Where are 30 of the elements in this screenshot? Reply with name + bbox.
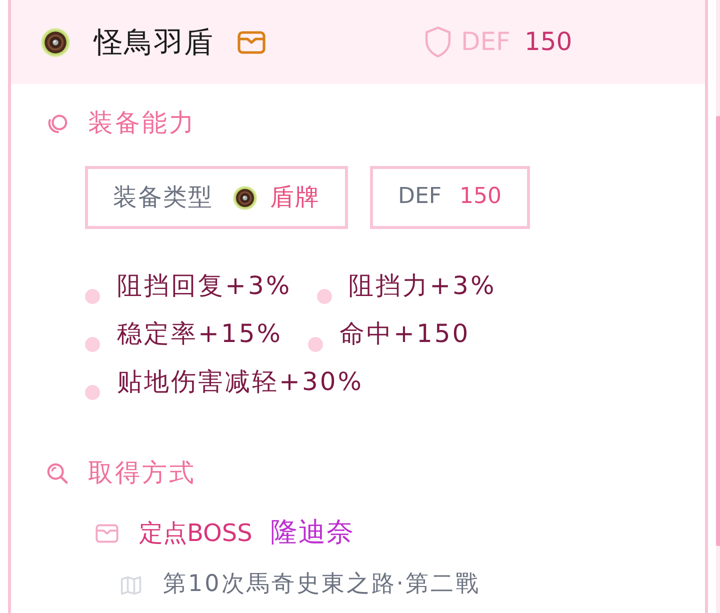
- map-icon: [120, 574, 142, 596]
- location-text: 第10次馬奇史東之路·第二戰: [163, 571, 481, 599]
- bullet-dot-icon: [85, 336, 100, 352]
- search-icon: [46, 462, 69, 484]
- boss-name: 隆迪奈: [270, 516, 354, 550]
- shield-outline-icon: [424, 26, 452, 58]
- section-title: 装备能力: [88, 108, 196, 138]
- effect-text: 命中+150: [340, 319, 470, 349]
- bullet-dot-icon: [85, 384, 100, 400]
- effect-text: 阻挡力+3%: [348, 271, 496, 301]
- source-category: 定点BOSS: [139, 518, 252, 548]
- section-title: 取得方式: [88, 458, 196, 488]
- stat-label: DEF: [461, 27, 510, 57]
- bullet-dot-icon: [85, 288, 100, 304]
- round-shield-icon: [41, 28, 70, 56]
- effect-text: 阻挡回复+3%: [117, 271, 292, 301]
- stat-label: DEF: [398, 184, 442, 211]
- stat-value: 150: [524, 27, 572, 57]
- item-name: 怪鳥羽盾: [94, 24, 214, 60]
- effect-text: 贴地伤害减轻+30%: [117, 367, 364, 397]
- type-label: 装备类型: [113, 183, 213, 212]
- effect-text: 稳定率+15%: [117, 319, 283, 349]
- bullet-dot-icon: [316, 288, 332, 304]
- scrollbar-thumb[interactable]: [716, 116, 720, 546]
- type-value: 盾牌: [270, 183, 320, 212]
- bullet-dot-icon: [308, 336, 323, 352]
- round-shield-icon: [233, 186, 257, 210]
- inbox-icon: [95, 524, 119, 542]
- inbox-icon: [237, 30, 266, 54]
- stat-value: 150: [460, 184, 502, 211]
